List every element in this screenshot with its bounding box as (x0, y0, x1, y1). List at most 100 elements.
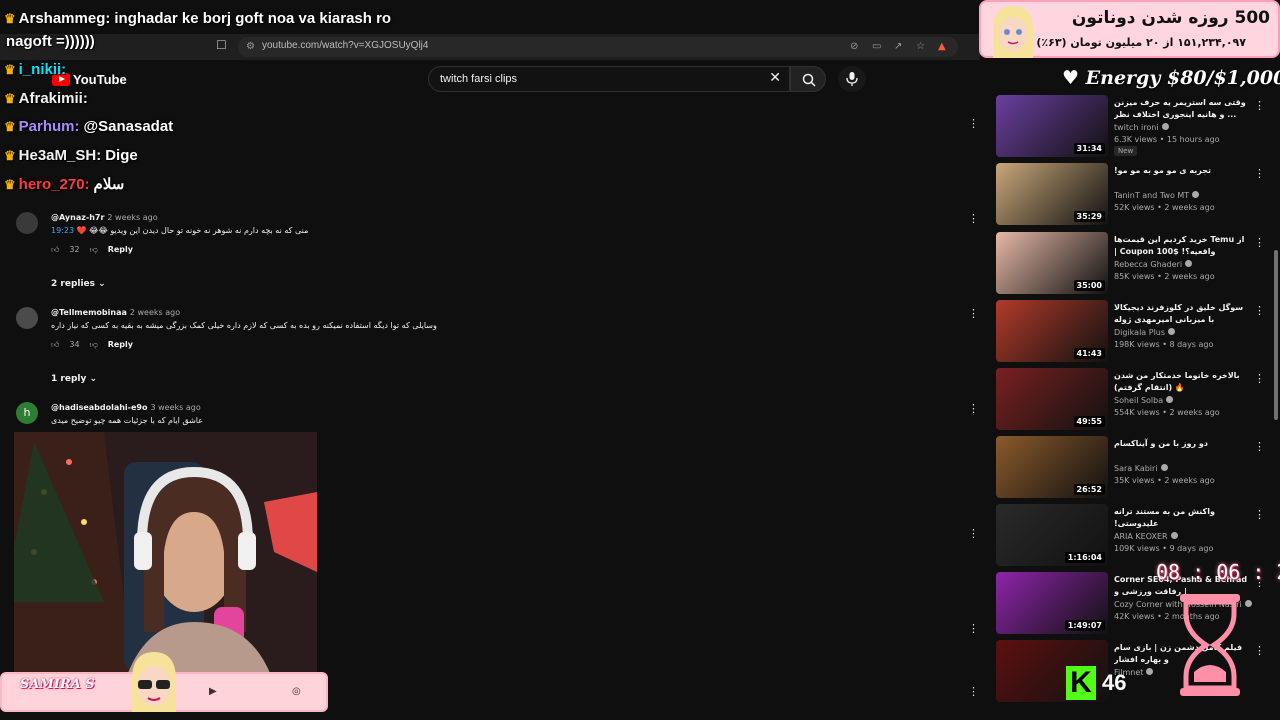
donation-progress: ۱۵۱,۲۳۴,۰۹۷ از ۲۰ میلیون تومان (۶۳٪) (1036, 36, 1246, 49)
energy-goal: ♥ Energy $80/$1,000 (1062, 67, 1280, 89)
channel-name[interactable]: Sara Kabiri (1114, 464, 1168, 473)
more-options-icon[interactable]: ⋮ (1254, 99, 1265, 112)
verified-icon (1166, 396, 1174, 403)
more-options-icon[interactable]: ⋮ (968, 527, 979, 540)
recommended-video[interactable]: 41:43 سوگل خلیق در کلوزفرند دیجیکالا با م… (996, 300, 1266, 362)
voice-search-button[interactable] (838, 66, 866, 92)
more-options-icon[interactable]: ⋮ (968, 117, 979, 130)
scrollbar[interactable] (1274, 250, 1278, 420)
comment-author[interactable]: @Aynaz-h7r (51, 213, 104, 222)
video-title[interactable]: دو روز با من و آیناکسام (1114, 438, 1249, 450)
video-stats: 554K views • 2 weeks ago (1114, 408, 1220, 417)
crown-icon: ♛ (4, 91, 16, 106)
video-title[interactable]: تجربه ی مو مو به مو مو! (1114, 165, 1249, 177)
video-thumbnail[interactable]: 35:29 (996, 163, 1108, 225)
video-thumbnail[interactable]: 1:16:04 (996, 504, 1108, 566)
streamer-name: SAMIRA S (20, 677, 95, 692)
microphone-icon (846, 72, 858, 86)
dislike-icon[interactable]: 👎︎ (90, 245, 98, 254)
recommended-video[interactable]: 35:00 از Temu خرید کردیم این قیمت‌ها واقع… (996, 232, 1266, 294)
avatar[interactable]: h (16, 402, 38, 424)
video-stats: 52K views • 2 weeks ago (1114, 203, 1215, 212)
recommended-video[interactable]: 26:52 دو روز با من و آیناکسام Sara Kabiri 3… (996, 436, 1266, 498)
reply-button[interactable]: Reply (108, 245, 133, 254)
video-stats: 6.3K views • 15 hours ago (1114, 135, 1220, 144)
comment-text: وسایلی که توا دیگه استفاده نمیکنه رو بده… (51, 321, 437, 330)
more-options-icon[interactable]: ⋮ (968, 307, 979, 320)
more-options-icon[interactable]: ⋮ (1254, 236, 1265, 249)
brave-icon[interactable]: ▲ (938, 41, 946, 52)
more-options-icon[interactable]: ⋮ (968, 402, 979, 415)
channel-name[interactable]: Rebecca Ghaderi (1114, 260, 1193, 269)
avatar[interactable] (16, 307, 38, 329)
search-icon (802, 73, 816, 87)
donation-avatar (993, 6, 1033, 58)
video-thumbnail[interactable]: 35:00 (996, 232, 1108, 294)
avatar[interactable] (16, 212, 38, 234)
more-options-icon[interactable]: ⋮ (968, 685, 979, 698)
replies-toggle[interactable]: 1 reply ⌄ (51, 374, 97, 384)
like-icon[interactable]: 👍︎ (51, 245, 59, 254)
eye-off-icon[interactable]: ⊘ (850, 41, 858, 52)
channel-name[interactable]: Digikala Plus (1114, 328, 1176, 337)
comment-date: 3 weeks ago (150, 403, 201, 412)
more-options-icon[interactable]: ⋮ (968, 212, 979, 225)
dislike-icon[interactable]: 👎︎ (90, 340, 98, 349)
bookmark-icon[interactable]: ☐ (216, 38, 227, 52)
recommended-video[interactable]: 31:34 وقتی سه استریمر یه حرف میزنن ... و … (996, 95, 1266, 157)
chat-message: ♛ Parhum: @Sanasadat (4, 118, 174, 135)
url-text: youtube.com/watch?v=XGJOSUyQlj4 (262, 40, 429, 51)
video-stats: 109K views • 9 days ago (1114, 544, 1214, 553)
video-duration: 26:52 (1073, 484, 1105, 495)
chevron-down-icon: ⌄ (89, 374, 98, 384)
share-icon[interactable]: ↗ (894, 41, 902, 52)
video-title[interactable]: وقتی سه استریمر یه حرف میزنن ... و هانیه… (1114, 97, 1249, 121)
video-thumbnail[interactable]: 41:43 (996, 300, 1108, 362)
more-options-icon[interactable]: ⋮ (1254, 440, 1265, 453)
search-button[interactable] (790, 66, 826, 92)
crown-icon: ♛ (4, 119, 16, 134)
more-options-icon[interactable]: ⋮ (1254, 167, 1265, 180)
crown-icon: ♛ (4, 62, 16, 77)
clear-search-icon[interactable]: ✕ (769, 70, 781, 86)
channel-name[interactable]: TaninT and Two MT (1114, 191, 1200, 200)
more-options-icon[interactable]: ⋮ (968, 622, 979, 635)
video-title[interactable]: واکنش من به مستند ترانه علیدوستی! (1114, 506, 1249, 530)
comment-text: منی که نه بچه دارم نه شوهر نه خونه تو حا… (76, 226, 309, 235)
channel-name[interactable]: Soheil Solba (1114, 396, 1174, 405)
verified-icon (1160, 464, 1168, 471)
recommended-video[interactable]: 49:55 بالاخره خانوما خدمتکار من شدن 🔥 (ان… (996, 368, 1266, 430)
comment-author[interactable]: @hadiseabdolahi-e9o (51, 403, 147, 412)
video-title[interactable]: سوگل خلیق در کلوزفرند دیجیکالا با میزبان… (1114, 302, 1249, 326)
cast-icon[interactable]: ▭ (872, 41, 881, 52)
more-options-icon[interactable]: ⋮ (1254, 304, 1265, 317)
comment-text: عاشق ایام که با جزئیات همه چیو توضیح مید… (51, 416, 204, 425)
replies-toggle[interactable]: 2 replies ⌄ (51, 279, 106, 289)
youtube-icon: ▶ (209, 686, 217, 697)
site-info-icon[interactable]: ⚙ (246, 41, 255, 52)
reply-button[interactable]: Reply (108, 340, 133, 349)
chat-message: ♛ He3aM_SH: Dige (4, 147, 138, 164)
more-options-icon[interactable]: ⋮ (1254, 508, 1265, 521)
video-stats: 35K views • 2 weeks ago (1114, 476, 1215, 485)
channel-name[interactable]: twitch ironi (1114, 123, 1169, 132)
video-thumbnail[interactable]: 31:34 (996, 95, 1108, 157)
more-options-icon[interactable]: ⋮ (1254, 372, 1265, 385)
chat-message: ♛ hero_270: سلام (4, 176, 125, 193)
search-query: twitch farsi clips (440, 73, 518, 85)
video-title[interactable]: از Temu خرید کردیم این قیمت‌ها واقعیه؟! … (1114, 234, 1249, 258)
video-title[interactable]: بالاخره خانوما خدمتکار من شدن 🔥 (انتقام … (1114, 370, 1249, 394)
channel-name[interactable]: ARIA KEOXER (1114, 532, 1178, 541)
video-thumbnail[interactable]: 26:52 (996, 436, 1108, 498)
comment-author[interactable]: @Tellmemobinaa (51, 308, 127, 317)
search-input[interactable]: twitch farsi clips ✕ (428, 66, 790, 92)
video-duration: 49:55 (1073, 416, 1105, 427)
like-icon[interactable]: 👍︎ (51, 340, 59, 349)
address-bar[interactable]: ⚙ youtube.com/watch?v=XGJOSUyQlj4 ⊘ ▭ ↗ … (238, 37, 958, 57)
countdown-timer: 08 : 06 : 26 (1150, 556, 1280, 706)
video-thumbnail[interactable]: 49:55 (996, 368, 1108, 430)
star-icon[interactable]: ☆ (916, 41, 925, 52)
recommended-video[interactable]: 35:29 تجربه ی مو مو به مو مو! TaninT and T… (996, 163, 1266, 225)
video-thumbnail[interactable]: 1:49:07 (996, 572, 1108, 634)
timestamp-link[interactable]: 19:23 (51, 226, 74, 235)
